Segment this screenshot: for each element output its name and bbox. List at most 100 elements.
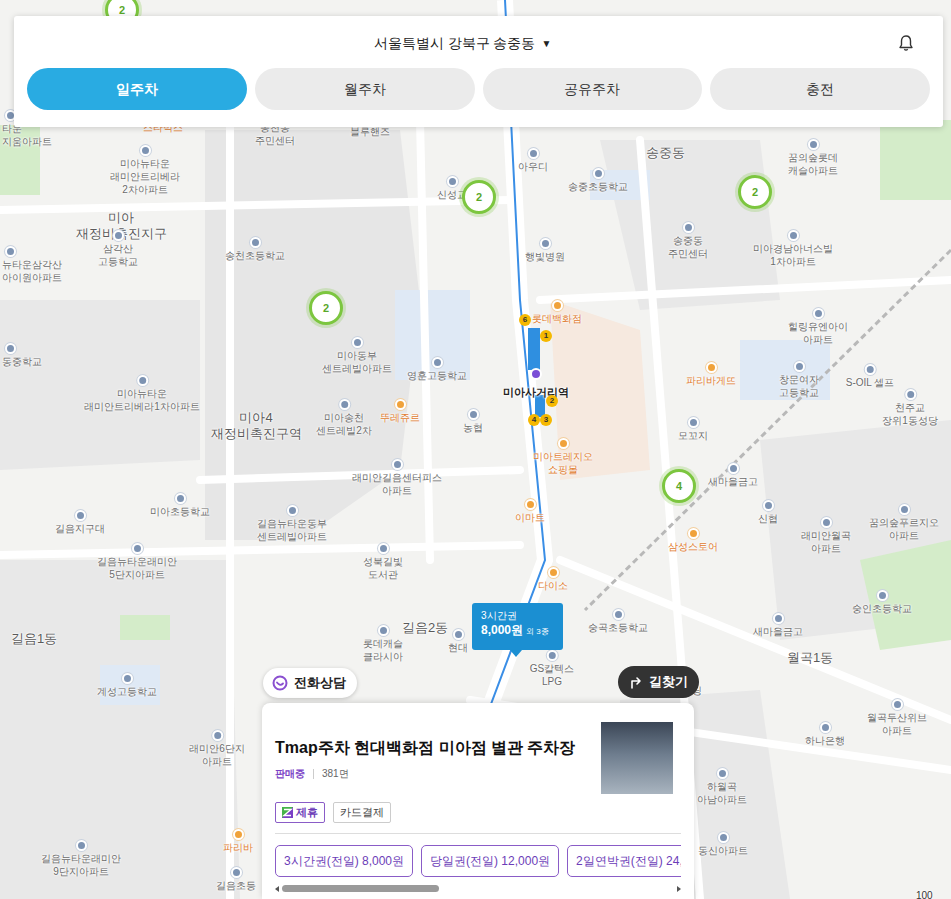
scroll-thumb[interactable] <box>282 885 439 892</box>
map-label[interactable]: 래미안길음센터피스아파트 <box>352 471 442 497</box>
map-label[interactable]: 미아트레지오쇼핑몰 <box>533 450 593 476</box>
parking-cluster[interactable]: 2 <box>738 175 772 209</box>
map-label[interactable]: 새마을금고 <box>753 625 803 638</box>
map-label[interactable]: 영훈고등학교 <box>407 369 467 382</box>
subway-exit[interactable]: 6 <box>519 314 531 326</box>
tab[interactable]: 월주차 <box>255 68 475 110</box>
map-label[interactable]: 길음초등 <box>216 879 256 892</box>
map-label[interactable]: 길음2동 <box>402 620 448 636</box>
map-label[interactable]: 래미안6단지아파트 <box>189 742 245 768</box>
map-label[interactable]: 길음1동 <box>11 631 57 647</box>
map-label[interactable]: 길음지구대 <box>55 522 105 535</box>
label-line: 신협 <box>758 512 778 525</box>
ticket-scrollbar[interactable] <box>275 884 681 894</box>
parking-card[interactable]: Tmap주차 현대백화점 미아점 별관 주차장판매중381면제휴카드결제3시간권… <box>262 703 694 899</box>
map-label[interactable]: 미아뉴타운래미안트리베라1차아파트 <box>84 387 200 413</box>
map-label[interactable]: 뚜레쥬르 <box>380 411 420 424</box>
location-selector[interactable]: 서울특별시 강북구 송중동▼ <box>374 33 552 54</box>
map-label[interactable]: 송천초등학교 <box>225 249 285 262</box>
label-line: 클라시아 <box>363 650 403 663</box>
map-label[interactable]: 삼성스토어 <box>668 540 718 553</box>
map-label[interactable]: 하월곡아남아파트 <box>697 780 747 806</box>
map-label[interactable]: 미아뉴타운래미안트리베라2차아파트 <box>110 157 180 196</box>
label-line: 5단지아파트 <box>97 568 177 581</box>
map-label[interactable]: 다이소 <box>538 579 568 592</box>
price-bubble[interactable]: 3시간권8,000원외 3종 <box>472 603 563 650</box>
map-label[interactable]: GS칼텍스LPG <box>530 662 574 688</box>
label-line: 꿈의숲롯데 <box>788 151 838 164</box>
map-label[interactable]: 천주교장위1동성당 <box>882 401 938 427</box>
map-label[interactable]: 미아사거리역 <box>503 386 569 399</box>
map-label[interactable]: 꿈의숲롯데캐슬아파트 <box>788 151 838 177</box>
label-line: 미아 <box>76 210 167 226</box>
map-label[interactable]: 미아송천센트레빌2차 <box>316 411 372 437</box>
map-label[interactable]: 숭인초등학교 <box>852 602 912 615</box>
label-line: LPG <box>530 675 574 688</box>
map-label[interactable]: 성북길빛도서관 <box>363 555 403 581</box>
map-label[interactable]: 100 <box>916 889 933 899</box>
map-label[interactable]: 동중학교 <box>2 355 42 368</box>
map-label[interactable]: 힐링유엔아이아파트 <box>788 320 848 346</box>
map-label[interactable]: 송중초등학교 <box>568 180 628 193</box>
map-label[interactable]: 농협 <box>463 421 483 434</box>
map-label[interactable]: 계성고등학교 <box>97 685 157 698</box>
label-line: 아파트 <box>801 542 851 555</box>
card-info: Tmap주차 현대백화점 미아점 별관 주차장판매중381면 <box>275 722 583 794</box>
map-label[interactable]: 이마트 <box>515 511 545 524</box>
map-label[interactable]: 창문여자고등학교 <box>779 373 819 399</box>
parking-cluster[interactable]: 2 <box>309 291 343 325</box>
map-label[interactable]: 미아4재정비촉진구역 <box>211 410 302 442</box>
scroll-left-icon[interactable] <box>275 886 279 892</box>
map-label[interactable]: 롯데캐슬클라시아 <box>363 637 403 663</box>
map-label[interactable]: 동신아파트 <box>698 844 748 857</box>
parking-cluster[interactable]: 4 <box>662 469 696 503</box>
map-label[interactable]: 미아동부센트레빌아파트 <box>322 349 392 375</box>
map-label[interactable]: 길음뉴타운동부센트레빌아파트 <box>257 517 327 543</box>
map-label[interactable]: 행빛병원 <box>525 250 565 263</box>
place-marker-icon <box>540 238 551 249</box>
scroll-track[interactable] <box>282 885 674 892</box>
map-label[interactable]: 길음뉴타운래미안5단지아파트 <box>97 555 177 581</box>
map-label[interactable]: 삼각산고등학교 <box>98 242 138 268</box>
map-label[interactable]: 신협 <box>758 512 778 525</box>
subway-exit[interactable]: 1 <box>540 330 552 342</box>
tab[interactable]: 충전 <box>710 68 930 110</box>
ticket-chip[interactable]: 3시간권(전일) 8,000원 <box>275 845 413 877</box>
map-label[interactable]: S-OIL 셀프 <box>846 376 895 389</box>
map-label[interactable]: 미아초등학교 <box>150 505 210 518</box>
label-line: 삼각산 <box>98 242 138 255</box>
ticket-chip[interactable]: 당일권(전일) 12,000원 <box>421 845 559 877</box>
map-label[interactable]: 롯데백화점 <box>532 312 582 325</box>
map-label[interactable]: 파리바 <box>223 841 253 854</box>
directions-button[interactable]: 길찾기 <box>618 666 699 698</box>
map-label[interactable]: 모꼬지 <box>678 429 708 442</box>
tab[interactable]: 일주차 <box>27 68 247 110</box>
map-label[interactable]: 송중동주민센터 <box>668 234 708 260</box>
subway-exit[interactable]: 2 <box>546 395 558 407</box>
scroll-right-icon[interactable] <box>677 886 681 892</box>
place-marker-icon <box>76 840 87 851</box>
map-label[interactable]: 현대 <box>448 641 468 654</box>
map-label[interactable]: 월곡1동 <box>787 650 833 666</box>
tab[interactable]: 공유주차 <box>483 68 703 110</box>
map-label[interactable]: 파리바게뜨 <box>686 374 736 387</box>
subway-exit[interactable]: 3 <box>540 414 552 426</box>
map-label[interactable]: 하나은행 <box>805 734 845 747</box>
map-label[interactable]: 래미안월곡아파트 <box>801 529 851 555</box>
map-label[interactable]: 미아경남아너스빌1차아파트 <box>753 242 833 268</box>
map-label[interactable]: 숭곡초등학교 <box>588 621 648 634</box>
parking-cluster[interactable]: 2 <box>462 180 496 214</box>
map-label[interactable]: 송중동 <box>646 145 685 161</box>
subway-exit[interactable]: 4 <box>528 414 540 426</box>
label-line: 송중동 <box>668 234 708 247</box>
map-label[interactable]: 뉴타운삼각산아이원아파트 <box>2 258 62 284</box>
map-label[interactable]: 새마을금고 <box>708 475 758 488</box>
notification-button[interactable] <box>898 34 914 52</box>
map-label[interactable]: 꿈의숲푸르지오아파트 <box>869 516 939 542</box>
call-button[interactable]: 전화상담 <box>263 668 357 698</box>
map-label[interactable]: 월곡두산위브아파트 <box>867 711 927 737</box>
ticket-chip[interactable]: 2일연박권(전일) 24,000 <box>567 845 681 877</box>
map-label[interactable]: 아우디 <box>518 160 548 173</box>
map-label[interactable]: 길음뉴타운래미안9단지아파트 <box>41 852 121 878</box>
label-line: 2차아파트 <box>110 183 180 196</box>
